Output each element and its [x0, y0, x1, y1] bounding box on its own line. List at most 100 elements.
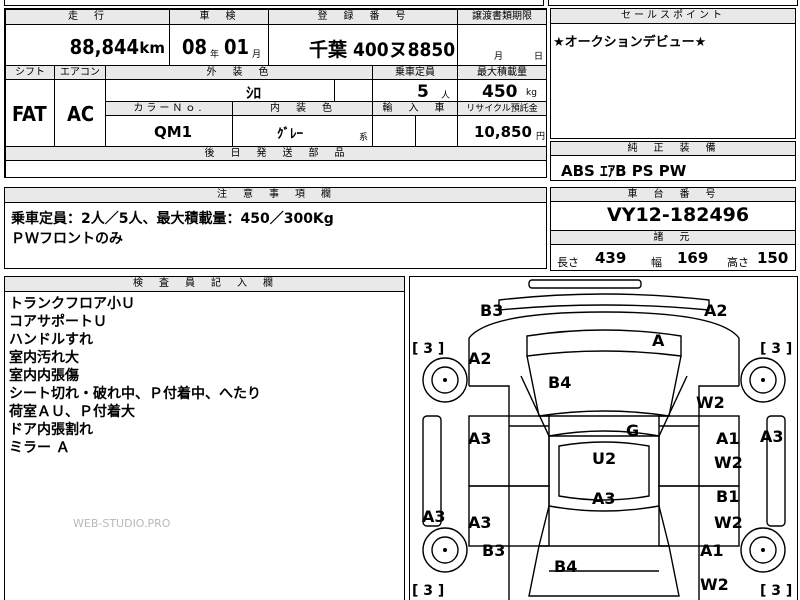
registration-header: 登 録 番 号 [268, 9, 458, 25]
damage-a2-left: A2 [468, 349, 492, 368]
transfer-cell: 月 日 [457, 24, 547, 66]
max-load-cell: 450 kg [457, 79, 547, 102]
damage-a3-left-front-door: A3 [468, 429, 492, 448]
inspector-line: トランクフロア小Ｕ [9, 296, 135, 312]
damage-a1-right-front: A1 [716, 429, 740, 448]
height-value: 150 [757, 249, 789, 267]
sales-point-panel: セールスポイント ★オークションデビュー★ [550, 8, 796, 139]
import-cell-a [372, 115, 416, 147]
recycle-header: リサイクル預託金 [457, 101, 547, 116]
inspector-line: ドア内張割れ [9, 422, 93, 438]
aircon-cell: AC [54, 79, 106, 147]
width-value: 169 [677, 249, 709, 267]
color-no-value: QM1 [154, 123, 193, 141]
damage-b4-trunk: B4 [554, 557, 578, 576]
damage-b3-top: B3 [480, 301, 504, 320]
capacity-cell: 5 人 [372, 79, 458, 102]
registration-cell: 千葉 400ヌ8850 [268, 24, 458, 66]
transfer-month-unit: 月 [494, 52, 504, 62]
tire-br: [ 3 ] [760, 583, 793, 599]
chassis-header: 車 台 番 号 [550, 187, 796, 202]
damage-a3-roof-lower: A3 [592, 489, 616, 508]
capacity-value: 5 [417, 82, 429, 102]
damage-w2-right-front: W2 [714, 453, 743, 472]
damage-g-right: G [626, 421, 640, 440]
import-cell-b [415, 115, 458, 147]
damage-a2-top-right: A2 [704, 301, 728, 320]
inspector-line: ミラー Ａ [9, 440, 70, 456]
notes-line-1: 乗車定員：2人／5人、最大積載量：450／300Kg [11, 211, 334, 227]
damage-u2-roof: U2 [592, 449, 617, 468]
aircon-value: AC [67, 102, 95, 126]
damage-b1-right-rear: B1 [716, 487, 740, 506]
transfer-header: 譲渡書類期限 [457, 9, 547, 25]
inspector-header: 検 査 員 記 入 欄 [4, 276, 405, 292]
inspector-lines: トランクフロア小Ｕ コアサポートＵ ハンドルすれ 室内汚れ大 室内内張傷 シート… [9, 295, 261, 457]
damage-w2-right-rear: W2 [714, 513, 743, 532]
recycle-value: 10,850 [474, 123, 532, 141]
damage-a3-left-rear-door: A3 [468, 513, 492, 532]
specs-header: 諸 元 [550, 230, 796, 245]
inspector-panel: 検 査 員 記 入 欄 トランクフロア小Ｕ コアサポートＵ ハンドルすれ 室内汚… [4, 276, 405, 600]
top-cropped-strip [4, 0, 544, 6]
notes-panel: 注 意 事 項 欄 乗車定員：2人／5人、最大積載量：450／300Kg ＰＷフ… [4, 187, 547, 269]
max-load-unit: kg [526, 88, 537, 98]
exterior-value: ｼﾛ [246, 84, 262, 102]
max-load-header: 最大積載量 [457, 65, 547, 80]
height-label: 高さ [727, 256, 749, 269]
shift-header: シフト [5, 65, 55, 80]
interior-header: 内 装 色 [232, 101, 373, 116]
chassis-value: VY12-182496 [607, 204, 750, 226]
exterior-cell-extra [334, 79, 373, 102]
recycle-unit: 円 [536, 132, 546, 142]
inspection-header: 車 検 [169, 9, 269, 25]
transfer-day-unit: 日 [534, 52, 544, 62]
damage-w2-windshield: W2 [696, 393, 725, 412]
mileage-unit: km [139, 39, 165, 57]
inspector-line: 室内汚れ大 [9, 350, 79, 366]
mileage-header: 走 行 [5, 9, 170, 25]
interior-cell: ｸﾞﾚｰ 系 [232, 115, 373, 147]
registration-value: 千葉 400ヌ8850 [309, 39, 456, 61]
inspector-line: シート切れ・破れ中、Ｐ付着中、へたり [9, 386, 261, 402]
tire-tl: [ 3 ] [412, 341, 445, 357]
specs-row: 長さ 439 幅 169 高さ 150 [550, 244, 796, 271]
interior-suffix: 系 [359, 133, 369, 143]
info-table: 走 行 車 検 登 録 番 号 譲渡書類期限 88,844 km 08 年 01… [4, 8, 547, 178]
inspection-month: 01 [224, 35, 250, 59]
damage-a1-right-lower: A1 [700, 541, 724, 560]
capacity-header: 乗車定員 [372, 65, 458, 80]
genuine-header: 純 正 装 備 [550, 141, 796, 156]
damage-a-front: A [652, 331, 665, 350]
damage-b3-left-rear: B3 [482, 541, 506, 560]
mileage-value: 88,844 [69, 35, 139, 59]
later-parts-header: 後 日 発 送 部 品 [5, 146, 547, 161]
mileage-cell: 88,844 km [5, 24, 170, 66]
inspector-line: 荷室ＡＵ、Ｐ付着大 [9, 404, 135, 420]
sales-point-header: セールスポイント [550, 8, 796, 24]
later-parts-cell [5, 160, 547, 178]
exterior-cell: ｼﾛ [105, 79, 335, 102]
shift-value: FAT [12, 102, 47, 126]
width-label: 幅 [651, 256, 662, 269]
tire-bl: [ 3 ] [412, 583, 445, 599]
damage-a3-left-edge: A3 [422, 507, 446, 526]
damage-w2-bottom: W2 [700, 575, 729, 594]
interior-value: ｸﾞﾚｰ [277, 127, 303, 142]
inspector-line: 室内内張傷 [9, 368, 79, 384]
sales-point-text: ★オークションデビュー★ [553, 35, 707, 50]
car-diagram-panel: [ 3 ] [ 3 ] [ 3 ] [ 3 ] B3 A2 A A2 B4 W2… [409, 276, 798, 600]
recycle-cell: 10,850 円 [457, 115, 547, 147]
color-no-cell: QM1 [105, 115, 233, 147]
chassis-panel: 車 台 番 号 VY12-182496 諸 元 長さ 439 幅 169 高さ … [550, 187, 796, 271]
inspection-year-unit: 年 [210, 50, 220, 60]
genuine-value: ABS ｴｱB PS PW [561, 162, 687, 180]
capacity-unit: 人 [441, 91, 451, 101]
exterior-header: 外 装 色 [105, 65, 373, 80]
inspector-line: ハンドルすれ [9, 332, 93, 348]
genuine-equipment-panel: 純 正 装 備 ABS ｴｱB PS PW [550, 141, 796, 181]
color-no-header: カラーＮｏ. [105, 101, 233, 116]
aircon-header: エアコン [54, 65, 106, 80]
notes-line-2: ＰＷフロントのみ [11, 231, 123, 247]
top-cropped-strip-right [548, 0, 798, 6]
